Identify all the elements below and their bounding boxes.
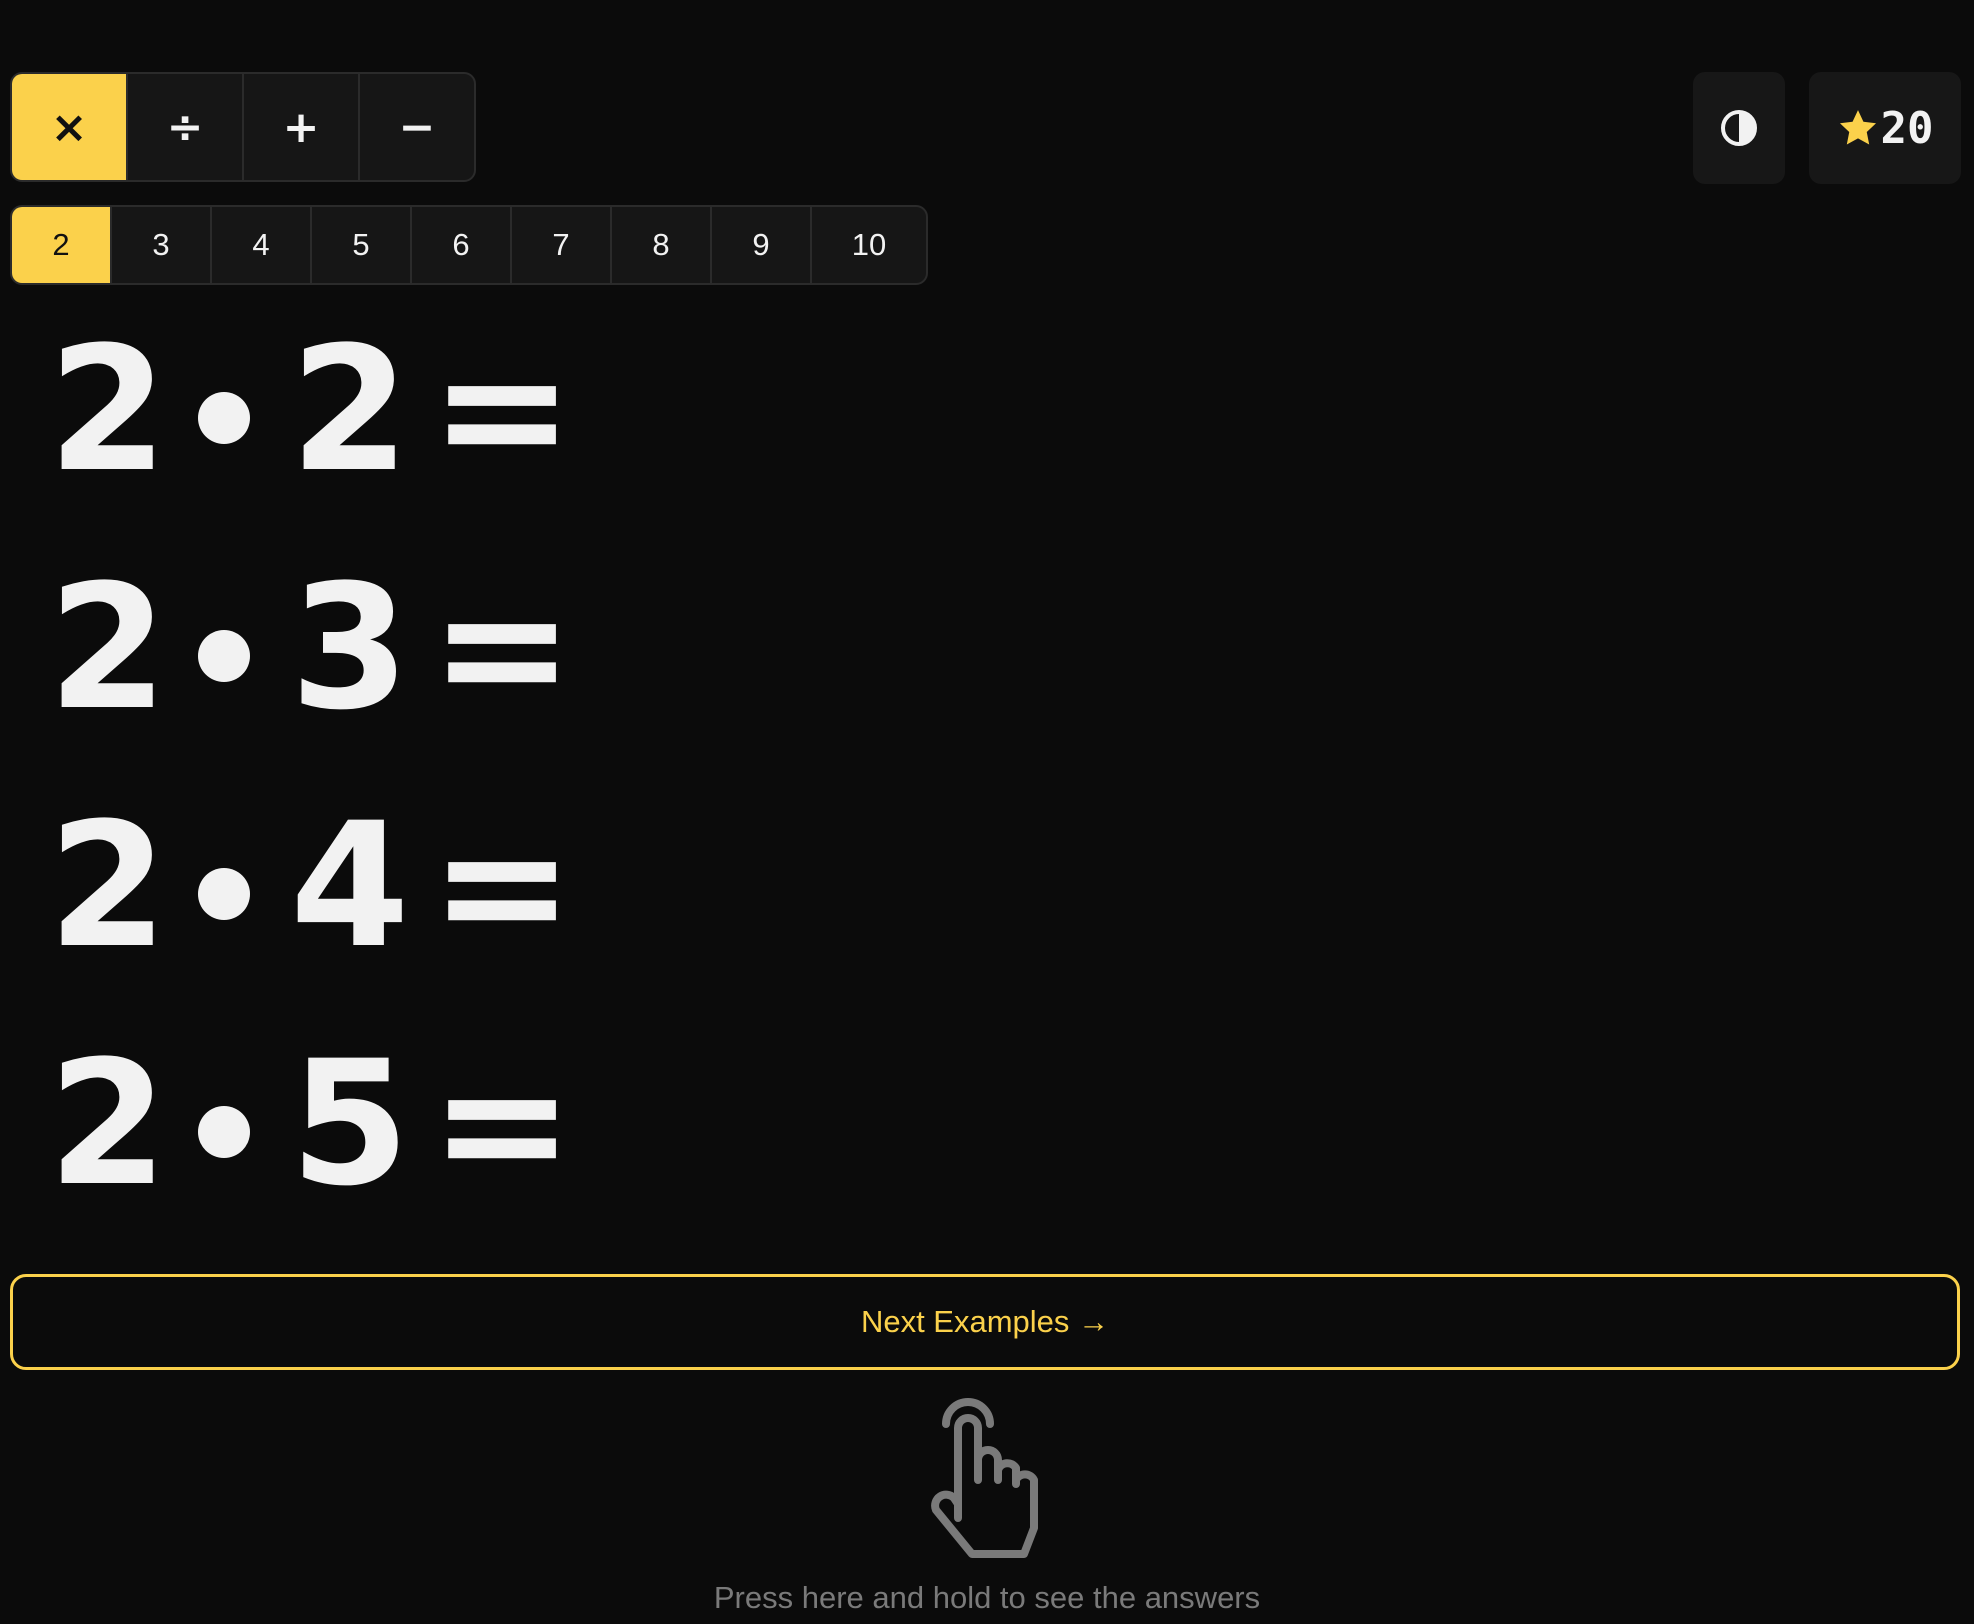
- example-operand-a: 2: [48, 309, 168, 510]
- contrast-icon: [1721, 110, 1757, 146]
- multiply-button[interactable]: ×: [12, 74, 128, 180]
- example-row: 2 2 =: [48, 309, 575, 568]
- stars-count: 20: [1880, 102, 1934, 154]
- example-operand-b: 2: [290, 309, 410, 510]
- hand-pointer-icon: [931, 1398, 1038, 1558]
- multiply-dot-icon: [198, 630, 250, 682]
- example-operand-a: 2: [48, 547, 168, 748]
- number-button-2[interactable]: 2: [12, 207, 112, 283]
- stars-counter: 20: [1809, 72, 1961, 184]
- theme-toggle-button[interactable]: [1693, 72, 1785, 184]
- number-button-3[interactable]: 3: [112, 207, 212, 283]
- reveal-answers-area[interactable]: Press here and hold to see the answers: [0, 1390, 1974, 1624]
- example-operand-a: 2: [48, 785, 168, 986]
- multiply-dot-icon: [198, 868, 250, 920]
- multiply-dot-icon: [198, 1106, 250, 1158]
- number-button-8[interactable]: 8: [612, 207, 712, 283]
- equals-sign: =: [430, 547, 575, 748]
- equals-sign: =: [430, 785, 575, 986]
- page: × ÷ + − 2 3 4 5 6 7 8 9 10 20 2 2 = 2 3 …: [0, 0, 1974, 1624]
- number-button-10[interactable]: 10: [812, 207, 926, 283]
- example-operand-b: 3: [290, 547, 410, 748]
- next-examples-label: Next Examples →: [860, 1304, 1110, 1339]
- operation-selector: × ÷ + −: [10, 72, 476, 182]
- next-examples-button[interactable]: Next Examples →: [10, 1274, 1960, 1370]
- number-selector: 2 3 4 5 6 7 8 9 10: [10, 205, 928, 285]
- number-button-4[interactable]: 4: [212, 207, 312, 283]
- number-button-9[interactable]: 9: [712, 207, 812, 283]
- number-button-6[interactable]: 6: [412, 207, 512, 283]
- reveal-hint-text: Press here and hold to see the answers: [713, 1580, 1261, 1615]
- subtract-button[interactable]: −: [360, 74, 474, 180]
- equals-sign: =: [430, 1023, 575, 1224]
- divide-button[interactable]: ÷: [128, 74, 244, 180]
- example-operand-b: 5: [290, 1023, 410, 1224]
- example-row: 2 5 =: [48, 1023, 575, 1282]
- number-button-7[interactable]: 7: [512, 207, 612, 283]
- example-operand-b: 4: [290, 785, 410, 986]
- equals-sign: =: [430, 309, 575, 510]
- example-row: 2 3 =: [48, 547, 575, 806]
- add-button[interactable]: +: [244, 74, 360, 180]
- multiply-dot-icon: [198, 392, 250, 444]
- examples-list: 2 2 = 2 3 = 2 4 = 2 5 =: [48, 309, 575, 1282]
- example-row: 2 4 =: [48, 785, 575, 1044]
- star-icon: [1839, 110, 1876, 145]
- number-button-5[interactable]: 5: [312, 207, 412, 283]
- example-operand-a: 2: [48, 1023, 168, 1224]
